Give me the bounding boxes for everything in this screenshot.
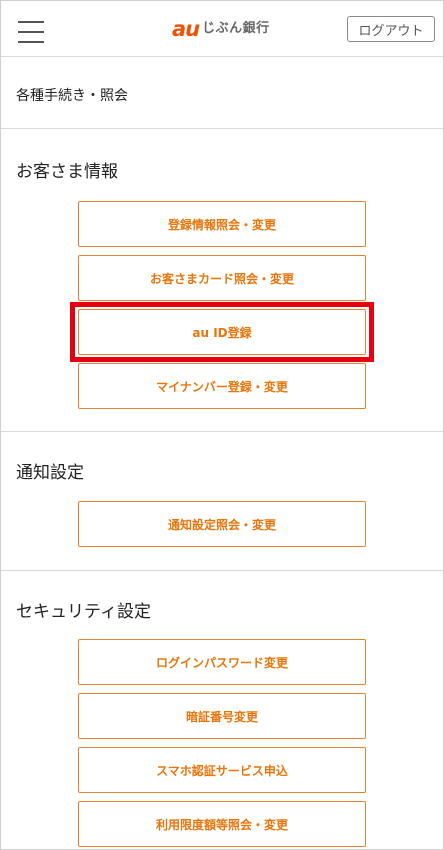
app-frame: au じぶん銀行 ログアウト 各種手続き・照会 お客さま情報 登録情報照会・変更…: [0, 0, 444, 850]
logo-au-mark: au: [172, 17, 200, 41]
registration-info-button[interactable]: 登録情報照会・変更: [78, 201, 366, 247]
my-number-button[interactable]: マイナンバー登録・変更: [78, 363, 366, 409]
hamburger-line: [18, 21, 44, 23]
notification-settings-button[interactable]: 通知設定照会・変更: [78, 501, 366, 547]
logo-bank-name: じぶん銀行: [202, 21, 270, 36]
hamburger-icon[interactable]: [18, 21, 44, 43]
header: au じぶん銀行 ログアウト: [1, 1, 443, 57]
security-button-list: ログインパスワード変更 暗証番号変更 スマホ認証サービス申込 利用限度額等照会・…: [1, 639, 443, 849]
section-title-security: セキュリティ設定: [16, 602, 151, 622]
usage-limit-button[interactable]: 利用限度額等照会・変更: [78, 801, 366, 847]
notification-button-list: 通知設定照会・変更: [1, 501, 443, 555]
au-id-register-button[interactable]: au ID登録: [78, 309, 366, 355]
logout-button[interactable]: ログアウト: [347, 16, 435, 42]
pin-change-button[interactable]: 暗証番号変更: [78, 693, 366, 739]
bank-logo[interactable]: au じぶん銀行: [172, 18, 270, 40]
section-title-notification: 通知設定: [16, 463, 84, 483]
customer-info-button-list: 登録情報照会・変更 お客さまカード照会・変更 au ID登録 マイナンバー登録・…: [1, 201, 443, 417]
customer-card-button[interactable]: お客さまカード照会・変更: [78, 255, 366, 301]
section-security-settings: セキュリティ設定 ログインパスワード変更 暗証番号変更 スマホ認証サービス申込 …: [1, 571, 443, 849]
section-notification-settings: 通知設定 通知設定照会・変更: [1, 432, 443, 571]
login-password-button[interactable]: ログインパスワード変更: [78, 639, 366, 685]
smartphone-auth-button[interactable]: スマホ認証サービス申込: [78, 747, 366, 793]
hamburger-line: [18, 31, 44, 33]
highlight-frame: au ID登録: [70, 302, 374, 362]
breadcrumb-label: 各種手続き・照会: [16, 88, 128, 104]
breadcrumb: 各種手続き・照会: [1, 57, 443, 129]
hamburger-line: [18, 41, 44, 43]
section-customer-info: お客さま情報 登録情報照会・変更 お客さまカード照会・変更 au ID登録 マイ…: [1, 129, 443, 432]
section-title-customer-info: お客さま情報: [16, 162, 118, 182]
